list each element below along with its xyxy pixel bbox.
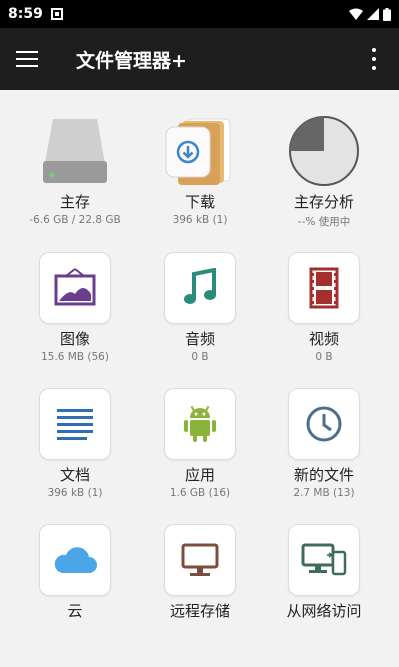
tile-subtitle: 0 B	[191, 351, 209, 363]
tile-label: 音频	[184, 330, 215, 348]
more-options-icon[interactable]	[365, 48, 383, 70]
wifi-icon	[349, 8, 363, 20]
menu-icon[interactable]	[16, 51, 38, 67]
tile-label: 主存分析	[293, 193, 354, 211]
tile-label: 视频	[308, 330, 339, 348]
tile-label: 从网络访问	[286, 602, 362, 620]
tile-label: 云	[67, 602, 83, 620]
tile-subtitle: 15.6 MB (56)	[41, 351, 109, 363]
tile-audio[interactable]: 音频 0 B	[140, 252, 260, 363]
drive-icon	[39, 115, 111, 187]
tile-main-storage[interactable]: 主存 -6.6 GB / 22.8 GB	[15, 115, 135, 226]
tile-images[interactable]: 图像 15.6 MB (56)	[15, 252, 135, 363]
tile-subtitle: 1.6 GB (16)	[169, 487, 231, 499]
document-icon	[39, 388, 111, 460]
image-icon	[39, 252, 111, 324]
music-note-icon	[164, 252, 236, 324]
status-bar: 8:59	[0, 0, 399, 28]
tile-label: 应用	[184, 466, 215, 484]
tile-label: 下载	[184, 193, 215, 211]
tile-recent-files[interactable]: 新的文件 2.7 MB (13)	[264, 388, 384, 499]
tile-storage-analysis[interactable]: 主存分析 --% 使用中	[264, 115, 384, 229]
tile-subtitle: 396 kB (1)	[47, 487, 103, 499]
tile-subtitle: 396 kB (1)	[172, 214, 228, 226]
tile-label: 文档	[59, 466, 90, 484]
tile-cloud[interactable]: 云	[15, 524, 135, 621]
notification-icon	[50, 8, 63, 20]
status-time: 8:59	[8, 6, 43, 22]
download-folder-icon	[164, 115, 236, 187]
app-bar: 文件管理器+	[0, 28, 399, 90]
page-title: 文件管理器+	[76, 49, 187, 72]
android-icon	[164, 388, 236, 460]
film-icon	[288, 252, 360, 324]
tile-label: 远程存储	[169, 602, 230, 620]
tile-documents[interactable]: 文档 396 kB (1)	[15, 388, 135, 499]
devices-icon	[288, 524, 360, 596]
tile-label: 图像	[59, 330, 90, 348]
tile-network-access[interactable]: 从网络访问	[264, 524, 384, 621]
tile-video[interactable]: 视频 0 B	[264, 252, 384, 363]
cloud-icon	[39, 524, 111, 596]
monitor-icon	[164, 524, 236, 596]
tile-subtitle: --% 使用中	[297, 216, 351, 228]
tile-subtitle: 0 B	[315, 351, 333, 363]
tile-remote-storage[interactable]: 远程存储	[140, 524, 260, 621]
tile-label: 新的文件	[293, 466, 354, 484]
tile-subtitle: -6.6 GB / 22.8 GB	[29, 214, 121, 226]
clock-icon	[288, 388, 360, 460]
battery-icon	[383, 7, 391, 21]
tile-subtitle: 2.7 MB (13)	[293, 487, 355, 499]
pie-chart-icon	[288, 115, 360, 187]
category-grid: 主存 -6.6 GB / 22.8 GB 下载 396 kB (1) 主存分析 …	[0, 90, 399, 667]
signal-icon	[367, 8, 379, 20]
tile-apps[interactable]: 应用 1.6 GB (16)	[140, 388, 260, 499]
tile-label: 主存	[59, 193, 90, 211]
status-icons	[349, 7, 391, 21]
tile-downloads[interactable]: 下载 396 kB (1)	[140, 115, 260, 226]
